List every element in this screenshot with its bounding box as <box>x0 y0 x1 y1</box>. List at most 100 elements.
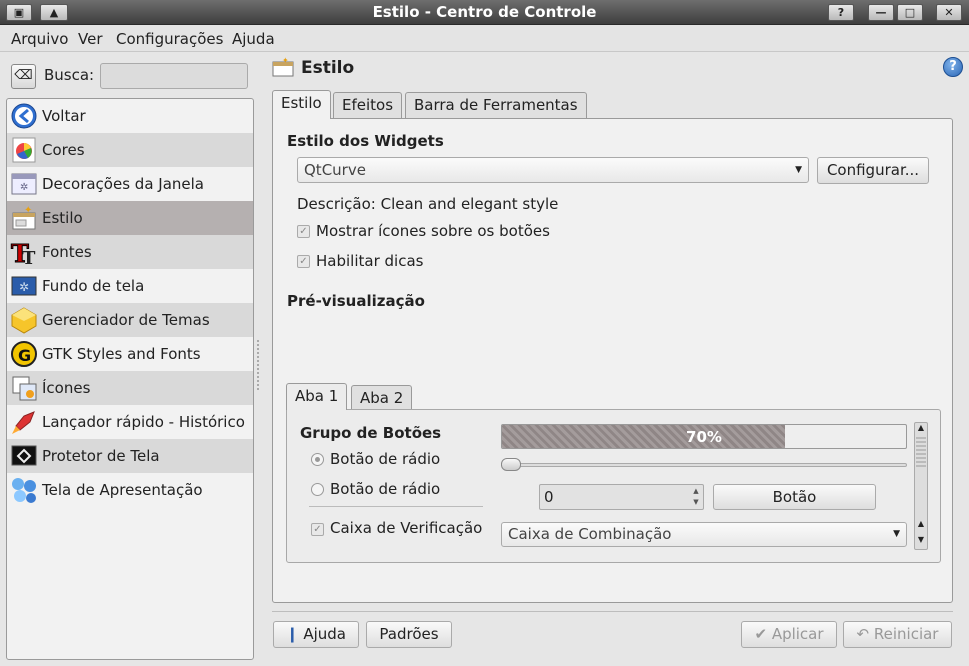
tooltips-checkbox[interactable]: ✓ <box>297 255 310 268</box>
sidebar-item-decoracoes[interactable]: ✲ Decorações da Janela <box>7 167 253 201</box>
sidebar-item-label: Estilo <box>42 209 83 227</box>
svg-text:✲: ✲ <box>20 182 28 193</box>
scroll-down-icon[interactable]: ▼ <box>915 535 927 544</box>
sidebar-item-estilo[interactable]: ✦ Estilo <box>7 201 253 235</box>
scroll-up-icon[interactable]: ▲ <box>915 423 927 432</box>
clear-search-button[interactable]: ⌫ <box>11 64 36 89</box>
screensaver-icon <box>10 442 38 470</box>
menu-ver[interactable]: Ver <box>78 30 103 48</box>
preview-checkbox[interactable]: ✓ <box>311 523 324 536</box>
preview-area: Grupo de Botões Botão de rádio Botão de … <box>286 409 941 563</box>
show-icons-label: Mostrar ícones sobre os botões <box>316 222 550 240</box>
fonts-icon: TT <box>10 238 38 267</box>
radio-button-2[interactable] <box>311 483 324 496</box>
gtk-icon: G <box>10 340 38 368</box>
wallpaper-icon: ✲ <box>10 272 38 300</box>
sidebar-item-label: Lançador rápido - Histórico <box>42 413 245 431</box>
apply-label: Aplicar <box>771 625 824 643</box>
sidebar-item-voltar[interactable]: Voltar <box>7 99 253 133</box>
sidebar-item-apresentacao[interactable]: Tela de Apresentação <box>7 473 253 507</box>
tab-estilo[interactable]: Estilo <box>272 90 331 119</box>
style-icon: ✦ <box>10 204 38 232</box>
sidebar-item-fontes[interactable]: TT Fontes <box>7 235 253 269</box>
sidebar-item-temas[interactable]: Gerenciador de Temas <box>7 303 253 337</box>
reset-label: Reiniciar <box>873 625 939 643</box>
back-arrow-icon <box>10 102 38 130</box>
help-footer-label: Ajuda <box>303 625 346 643</box>
menu-ajuda[interactable]: Ajuda <box>232 30 275 48</box>
menu-bar: Arquivo Ver Configurações Ajuda <box>0 25 969 52</box>
vertical-scrollbar[interactable]: ▲ ▲ ▼ <box>914 422 928 550</box>
sidebar-item-label: Fundo de tela <box>42 277 145 295</box>
widget-style-combo[interactable]: QtCurve ▼ <box>297 157 809 183</box>
search-label: Busca: <box>44 66 95 84</box>
tab-aba-2[interactable]: Aba 2 <box>351 385 413 409</box>
progress-bar: 70% <box>501 424 907 449</box>
sidebar-item-label: Cores <box>42 141 85 159</box>
preview-heading: Pré-visualização <box>287 292 425 310</box>
style-description: Descrição: Clean and elegant style <box>297 195 559 213</box>
svg-text:T: T <box>22 248 36 266</box>
defaults-button[interactable]: Padrões <box>366 621 452 648</box>
maximize-button[interactable]: □ <box>897 4 923 21</box>
page-title: Estilo <box>301 58 355 78</box>
apply-button[interactable]: ✔ Aplicar <box>741 621 837 648</box>
slider-track[interactable] <box>501 463 907 467</box>
svg-text:✲: ✲ <box>19 280 29 294</box>
help-footer-button[interactable]: ❙ Ajuda <box>273 621 359 648</box>
radio-button-2-label: Botão de rádio <box>330 480 441 498</box>
reset-button[interactable]: ↶ Reiniciar <box>843 621 952 648</box>
preview-button[interactable]: Botão <box>713 484 876 510</box>
sidebar-item-label: Decorações da Janela <box>42 175 204 193</box>
sidebar: ⌫ Busca: Voltar Cores ✲ Decorações da Ja… <box>0 52 260 666</box>
spin-value: 0 <box>544 488 554 506</box>
preview-checkbox-label: Caixa de Verificação <box>330 519 483 537</box>
tab-panel: Estilo dos Widgets QtCurve ▼ Configurar.… <box>272 118 953 603</box>
menu-configuracoes[interactable]: Configurações <box>116 30 223 48</box>
close-button[interactable]: ✕ <box>936 4 962 21</box>
splash-icon <box>10 476 38 504</box>
help-icon[interactable]: ? <box>943 57 963 77</box>
tab-barra-ferramentas[interactable]: Barra de Ferramentas <box>405 92 587 118</box>
spin-arrows-icon[interactable]: ▲ ▼ <box>690 486 702 508</box>
show-icons-checkbox[interactable]: ✓ <box>297 225 310 238</box>
sidebar-item-label: Voltar <box>42 107 86 125</box>
radio-button-1[interactable] <box>311 453 324 466</box>
sidebar-item-fundo[interactable]: ✲ Fundo de tela <box>7 269 253 303</box>
slider-handle[interactable] <box>501 458 521 471</box>
radio-button-1-label: Botão de rádio <box>330 450 441 468</box>
configure-button[interactable]: Configurar... <box>817 157 929 184</box>
widget-style-heading: Estilo dos Widgets <box>287 132 444 150</box>
icons-icon <box>10 374 38 402</box>
scroll-thumb[interactable] <box>916 437 926 467</box>
scroll-up-icon[interactable]: ▲ <box>915 519 927 528</box>
sidebar-item-protetor[interactable]: Protetor de Tela <box>7 439 253 473</box>
sidebar-item-cores[interactable]: Cores <box>7 133 253 167</box>
sidebar-item-gtk[interactable]: G GTK Styles and Fonts <box>7 337 253 371</box>
search-input[interactable] <box>100 63 248 89</box>
widget-style-value: QtCurve <box>304 161 366 179</box>
splitter-handle[interactable] <box>257 340 260 390</box>
preview-combo[interactable]: Caixa de Combinação ▼ <box>501 522 907 547</box>
window-title: Estilo - Centro de Controle <box>372 3 597 21</box>
undo-icon: ↶ <box>856 625 870 643</box>
title-bar: ▣ ▲ Estilo - Centro de Controle ? — □ ✕ <box>0 0 969 25</box>
menu-arquivo[interactable]: Arquivo <box>11 30 68 48</box>
sidebar-item-label: Protetor de Tela <box>42 447 160 465</box>
sidebar-item-label: Fontes <box>42 243 92 261</box>
sidebar-item-icones[interactable]: Ícones <box>7 371 253 405</box>
tab-aba-1[interactable]: Aba 1 <box>286 383 348 410</box>
module-list: Voltar Cores ✲ Decorações da Janela ✦ Es… <box>6 98 254 660</box>
svg-text:✦: ✦ <box>24 205 32 216</box>
sidebar-item-label: GTK Styles and Fonts <box>42 345 201 363</box>
sidebar-item-lancador[interactable]: Lançador rápido - Histórico <box>7 405 253 439</box>
main-content: ✦ Estilo ? Estilo Efeitos Barra de Ferra… <box>262 52 969 666</box>
sidebar-item-label: Ícones <box>42 379 91 397</box>
spin-box[interactable]: 0 ▲ ▼ <box>539 484 704 510</box>
help-button[interactable]: ? <box>828 4 854 21</box>
progress-label: 70% <box>686 428 722 446</box>
tab-efeitos[interactable]: Efeitos <box>333 92 403 118</box>
window-decoration-icon: ✲ <box>10 170 38 198</box>
minimize-button[interactable]: — <box>868 4 894 21</box>
tooltips-label: Habilitar dicas <box>316 252 424 270</box>
